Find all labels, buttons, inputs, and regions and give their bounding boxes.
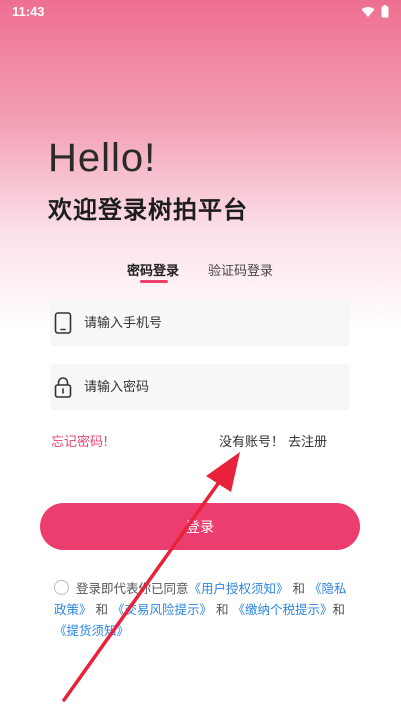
tablet-icon	[52, 312, 74, 334]
tab-password-login[interactable]: 密码登录	[127, 260, 179, 279]
agreement-prefix: 登录即代表你已同意	[76, 581, 189, 596]
password-input[interactable]	[82, 378, 336, 396]
forgot-password-link[interactable]: 忘记密码!	[51, 431, 108, 450]
agreement-and: 和	[216, 602, 229, 617]
agreement-and: 和	[95, 602, 109, 617]
pickup-notice-link[interactable]: 《提货须知》	[54, 623, 129, 638]
tax-notice-link[interactable]: 《缴纳个税提示》	[233, 602, 333, 617]
phone-field[interactable]	[50, 300, 350, 346]
status-icons	[361, 5, 389, 21]
password-field[interactable]	[50, 364, 350, 410]
battery-icon	[381, 5, 389, 21]
status-time: 11:43	[12, 4, 45, 19]
agreement-and: 和	[292, 581, 306, 596]
phone-input[interactable]	[82, 314, 336, 332]
user-authorization-link[interactable]: 《用户授权须知》	[189, 581, 289, 596]
register-link[interactable]: 没有账号！ 去注册	[219, 431, 327, 450]
tab-code-login[interactable]: 验证码登录	[208, 260, 273, 279]
agreement-and: 和	[332, 602, 346, 617]
lock-icon	[52, 376, 74, 398]
greeting-heading: Hello!	[48, 136, 157, 180]
active-tab-indicator	[140, 280, 168, 283]
trade-risk-link[interactable]: 《交易风险提示》	[112, 602, 212, 617]
agreement-text: 登录即代表你已同意《用户授权须知》 和 《隐私政策》 和 《交易风险提示》 和 …	[54, 578, 354, 641]
login-tabs: 密码登录 验证码登录	[0, 260, 401, 288]
welcome-subtitle: 欢迎登录树拍平台	[48, 196, 248, 224]
wifi-icon	[361, 6, 375, 21]
agreement-checkbox[interactable]	[54, 580, 69, 595]
status-bar: 11:43	[0, 0, 401, 24]
login-button[interactable]: 登录	[40, 503, 360, 550]
